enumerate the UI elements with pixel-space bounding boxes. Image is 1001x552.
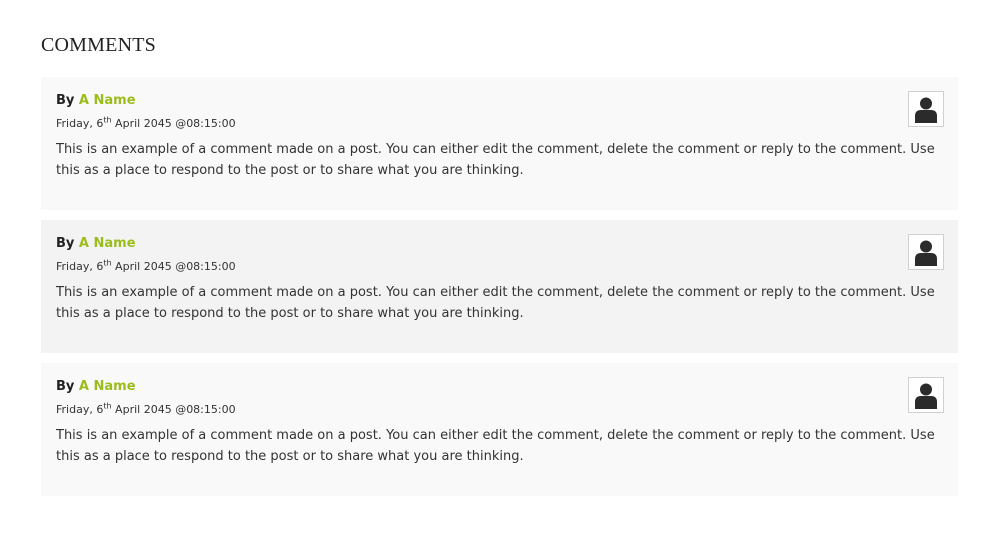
comment-byline: By A Name (56, 379, 944, 395)
comment-card: By A Name Friday, 6th April 2045 @08:15:… (41, 363, 958, 496)
date-ordinal: th (103, 115, 112, 125)
author-link[interactable]: A Name (79, 379, 136, 394)
avatar (908, 377, 944, 413)
comment-body: This is an example of a comment made on … (56, 142, 935, 178)
date-prefix: Friday, 6 (56, 117, 104, 130)
date-ordinal: th (103, 401, 112, 411)
comment-date: Friday, 6th April 2045 @08:15:00 (56, 258, 944, 274)
comment-body: This is an example of a comment made on … (56, 285, 935, 321)
date-suffix: April 2045 @08:15:00 (111, 117, 236, 130)
by-label: By (56, 236, 75, 251)
avatar (908, 91, 944, 127)
by-label: By (56, 93, 75, 108)
comments-page: COMMENTS By A Name Friday, 6th April 204… (0, 0, 1001, 552)
by-label: By (56, 379, 75, 394)
date-prefix: Friday, 6 (56, 403, 104, 416)
comment-card: By A Name Friday, 6th April 2045 @08:15:… (41, 77, 958, 210)
comment-byline: By A Name (56, 93, 944, 109)
comment-body: This is an example of a comment made on … (56, 428, 935, 464)
comment-date: Friday, 6th April 2045 @08:15:00 (56, 401, 944, 417)
comment-date: Friday, 6th April 2045 @08:15:00 (56, 115, 944, 131)
date-suffix: April 2045 @08:15:00 (111, 403, 236, 416)
user-silhouette-icon (915, 240, 937, 266)
comment-card: By A Name Friday, 6th April 2045 @08:15:… (41, 220, 958, 353)
date-prefix: Friday, 6 (56, 260, 104, 273)
comment-byline: By A Name (56, 236, 944, 252)
comments-heading: COMMENTS (41, 34, 156, 56)
date-ordinal: th (103, 258, 112, 268)
avatar (908, 234, 944, 270)
user-silhouette-icon (915, 97, 937, 123)
user-silhouette-icon (915, 383, 937, 409)
author-link[interactable]: A Name (79, 236, 136, 251)
author-link[interactable]: A Name (79, 93, 136, 108)
date-suffix: April 2045 @08:15:00 (111, 260, 236, 273)
comment-list: By A Name Friday, 6th April 2045 @08:15:… (41, 77, 958, 506)
